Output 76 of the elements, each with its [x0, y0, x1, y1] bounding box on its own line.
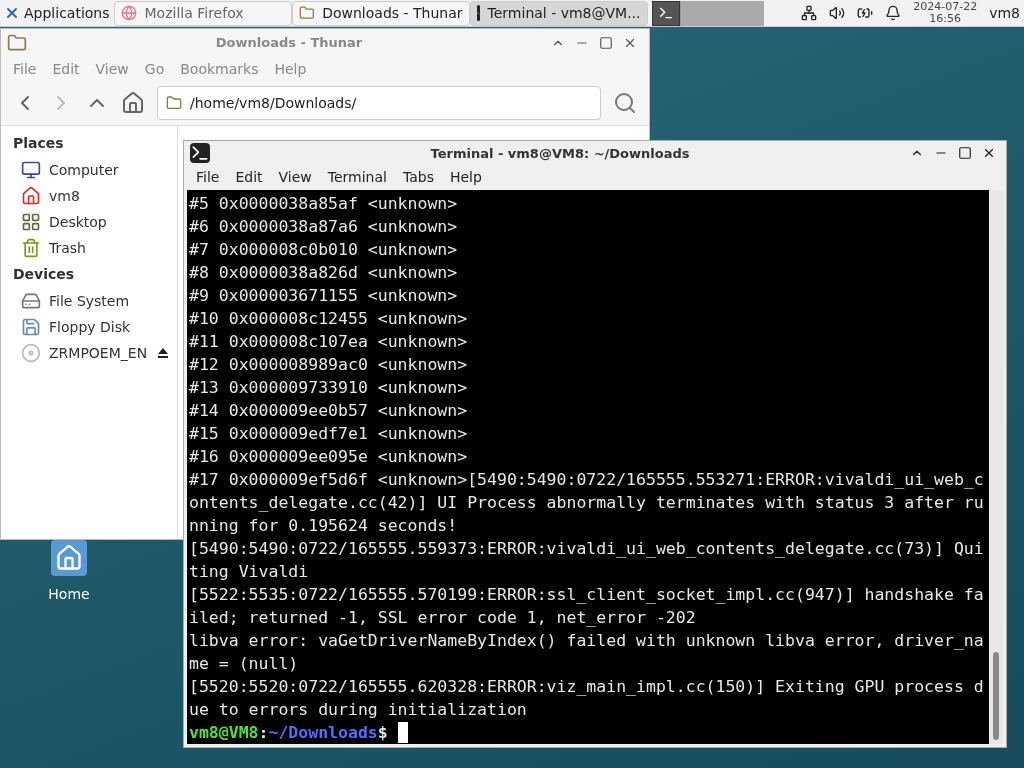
computer-icon: [21, 160, 41, 180]
scrollbar[interactable]: [989, 190, 1003, 744]
home-icon[interactable]: [121, 91, 145, 115]
maximize-icon[interactable]: [599, 36, 613, 50]
terminal-line: libva error: vaGetDriverNameByIndex() failed with unknown libva error, driver_na: [189, 630, 985, 652]
disc-icon: [21, 343, 41, 363]
desktop-icon: [21, 212, 41, 232]
trash-icon: [21, 238, 41, 258]
terminal-line: iled; returned -1, SSL error code 1, net_error -202: [189, 607, 697, 629]
battery-icon[interactable]: [857, 5, 874, 21]
sidebar-item[interactable]: vm8: [49, 185, 169, 207]
workspace-switcher[interactable]: [651, 0, 764, 26]
terminal-line: #7 0x000008c0b010 <unknown>: [189, 239, 459, 261]
sidebar-item[interactable]: Trash: [49, 237, 169, 259]
terminal-line: ue to errors during initialization: [189, 699, 528, 721]
maximize-icon[interactable]: [958, 146, 972, 161]
terminal-line: #11 0x000008c107ea <unknown>: [189, 331, 469, 353]
terminal-line: #5 0x0000038a85af <unknown>: [189, 193, 459, 215]
clock-time: 16:56: [929, 13, 962, 25]
sidebar-item[interactable]: ZRMPOEM_EN: [49, 342, 149, 364]
menu-item[interactable]: View: [278, 167, 312, 189]
bell-icon[interactable]: [885, 5, 902, 21]
terminal-line: #9 0x000003671155 <unknown>: [189, 285, 459, 307]
menu-item[interactable]: Edit: [235, 167, 263, 189]
network-icon[interactable]: [801, 5, 818, 21]
clock-date: 2024-07-22: [913, 1, 978, 13]
terminal-line: [5490:5490:0722/165555.559373:ERROR:vivaldi_ui_web_contents_delegate.cc(73)] Qui: [189, 538, 985, 560]
window-title: Downloads - Thunar: [214, 34, 364, 53]
volume-icon[interactable]: [829, 5, 846, 21]
menu-item[interactable]: Help: [449, 167, 482, 189]
floppy-icon: [21, 317, 41, 337]
terminal-line: #8 0x0000038a826d <unknown>: [189, 262, 459, 284]
menu-item[interactable]: File: [196, 167, 220, 189]
terminal-line: #14 0x000009ee0b57 <unknown>: [189, 400, 469, 422]
user-name[interactable]: vm8: [989, 2, 1020, 24]
terminal-line: [5522:5535:0722/165555.570199:ERROR:ssl_client_socket_impl.cc(947)] handshake fa: [189, 584, 985, 606]
taskbar-task[interactable]: Downloads - Thunar: [291, 0, 470, 26]
terminal-line: #12 0x000008989ac0 <unknown>: [189, 354, 469, 376]
terminal-line: #16 0x000009ee095e <unknown>: [189, 446, 469, 468]
terminal-line: #10 0x000008c12455 <unknown>: [189, 308, 469, 330]
desktop-icon-label[interactable]: Home: [48, 584, 90, 605]
window-title: Terminal - vm8@VM8: ~/Downloads: [429, 144, 691, 163]
taskbar-task[interactable]: Mozilla Firefox: [113, 0, 292, 26]
location-field[interactable]: /home/vm8/Downloads/: [157, 86, 601, 120]
sidebar-heading: Places: [12, 134, 65, 153]
text-cursor: [397, 722, 408, 743]
sidebar-item[interactable]: Desktop: [49, 211, 169, 233]
home-folder-icon[interactable]: [51, 540, 87, 576]
sidebar-item[interactable]: File System: [49, 290, 169, 312]
mouse-logo-icon: [4, 5, 20, 21]
eject-icon[interactable]: [157, 347, 169, 359]
search-icon[interactable]: [613, 91, 637, 115]
terminal-line: #15 0x000009edf7e1 <unknown>: [189, 423, 469, 445]
folder-icon: [166, 95, 182, 111]
terminal-line: ontents_delegate.cc(42)] UI Process abnormally terminates with status 3 after ru: [189, 492, 985, 514]
folder-icon: [298, 5, 315, 21]
globe-icon: [120, 5, 137, 21]
terminal-line: #6 0x0000038a87a6 <unknown>: [189, 216, 459, 238]
folder-icon: [7, 33, 27, 53]
drive-icon: [21, 291, 41, 311]
terminal-line: #17 0x000009ef5d6f <unknown>[5490:5490:0722/165555.553271:ERROR:vivaldi_ui_web_c: [189, 469, 985, 491]
menu-item[interactable]: Tabs: [402, 167, 434, 189]
terminal-line: ting Vivaldi: [189, 561, 310, 583]
sidebar-item[interactable]: Computer: [49, 159, 169, 181]
terminal-line: nning for 0.195624 seconds!: [189, 515, 459, 537]
taskbar-task[interactable]: Terminal - vm8@VM...: [469, 0, 648, 26]
terminal-prompt: vm8@VM8:~/Downloads$: [189, 722, 388, 744]
house-icon: [21, 186, 41, 206]
close-icon[interactable]: [623, 36, 637, 50]
terminal-line: [5520:5520:0722/165555.620328:ERROR:viz_main_impl.cc(150)] Exiting GPU process d: [189, 676, 985, 698]
menu-item[interactable]: Terminal: [327, 167, 387, 189]
terminal-line: me = (null): [189, 653, 300, 675]
applications-menu[interactable]: Applications: [0, 0, 114, 26]
sidebar-item[interactable]: Floppy Disk: [49, 316, 169, 338]
sidebar-heading: Devices: [12, 265, 76, 284]
terminal-line: #13 0x000009733910 <unknown>: [189, 377, 469, 399]
